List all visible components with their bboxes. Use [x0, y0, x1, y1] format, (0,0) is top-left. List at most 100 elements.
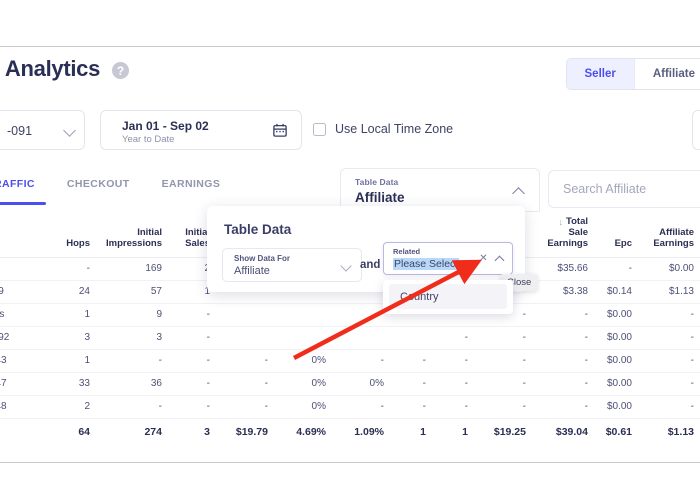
- cell-hops: 1: [48, 303, 96, 327]
- cell-conv1: 0%: [274, 395, 332, 419]
- col-hops[interactable]: Hops: [48, 214, 96, 258]
- role-toggle[interactable]: Seller Affiliate: [565, 58, 700, 90]
- cell-conv2: 0%: [332, 372, 390, 396]
- cell-affiliate: nu4092: [0, 326, 48, 350]
- conjunction-label: and: [360, 259, 381, 271]
- search-affiliate-input[interactable]: Search Affiliate: [548, 170, 700, 208]
- cell-initial_sales: -: [168, 349, 216, 373]
- cell-sale_amount: -: [474, 395, 532, 419]
- related-value: Please Select: [393, 258, 460, 270]
- cell-total_sale_earnings: $3.38: [532, 280, 594, 304]
- calendar-icon: [273, 123, 287, 137]
- chevron-up-icon: [512, 187, 525, 200]
- totals-earnings: $19.79: [235, 425, 268, 438]
- cell-epc: $0.00: [594, 349, 638, 373]
- totals-affiliate: als: [0, 418, 48, 443]
- cell-refunds: -: [432, 372, 474, 396]
- col-epc[interactable]: Epc: [594, 214, 638, 258]
- cell-total_sale_earnings: -: [532, 326, 594, 350]
- cell-hops: 3: [48, 326, 96, 350]
- search-placeholder: Search Affiliate: [563, 182, 647, 196]
- cell-earnings: -: [216, 372, 274, 396]
- help-icon[interactable]: ?: [112, 62, 129, 79]
- cell-conv1: [274, 326, 332, 350]
- tab-checkout[interactable]: CHECKOUT: [51, 178, 146, 200]
- page-title: s Analytics: [0, 56, 101, 81]
- table-totals-row: als 64 274 3 $19.79 4.69% 1.09% 1 1 $19.25 $39.04 $…: [0, 418, 700, 443]
- date-range-preset: Year to Date: [122, 134, 175, 145]
- chevron-up-icon[interactable]: [494, 255, 505, 266]
- cell-conv1: 0%: [274, 372, 332, 396]
- cell-affiliate: ta6743: [0, 349, 48, 373]
- col-initial-impressions[interactable]: Initial Impressions: [96, 214, 168, 258]
- cell-refunds: -: [432, 395, 474, 419]
- cell-affiliate: ta6747: [0, 372, 48, 396]
- cell-hops: 2: [48, 395, 96, 419]
- totals-initial_impressions: 274: [144, 425, 162, 438]
- related-label: Related: [393, 247, 421, 256]
- date-range-picker[interactable]: Jan 01 - Sep 02 Year to Date: [100, 110, 302, 150]
- show-data-for-value: Affiliate: [234, 265, 270, 277]
- dropdown-option-country[interactable]: Country: [389, 284, 507, 309]
- cell-affiliate: ta6748: [0, 395, 48, 419]
- cell-sale_amount: -: [474, 326, 532, 350]
- cell-conv1: 0%: [274, 349, 332, 373]
- table-row[interactable]: ta67473336--0%0%----$0.00-: [0, 372, 700, 396]
- tab-earnings[interactable]: EARNINGS: [146, 178, 237, 200]
- cell-affiliate_earnings: -: [638, 349, 700, 373]
- cell-earnings: -: [216, 349, 274, 373]
- cell-refunds: -: [432, 326, 474, 350]
- cell-conv1: [274, 303, 332, 327]
- bottom-divider: [0, 462, 700, 463]
- cell-conv2: [332, 326, 390, 350]
- cell-conv2: [332, 303, 390, 327]
- extra-filter-field[interactable]: [692, 110, 700, 150]
- cell-initial_impressions: 57: [96, 280, 168, 304]
- cell-initial_impressions: 9: [96, 303, 168, 327]
- cell-rebills: -: [390, 349, 432, 373]
- show-data-for-select[interactable]: Show Data For Affiliate: [222, 248, 362, 282]
- cell-affiliate_earnings: $1.13: [638, 280, 700, 304]
- active-tab-indicator: [0, 202, 46, 205]
- cell-hops: 33: [48, 372, 96, 396]
- col-affiliate[interactable]: liate: [0, 214, 48, 258]
- cell-sale_amount: -: [474, 349, 532, 373]
- top-divider: [0, 46, 700, 47]
- cell-affiliate: ue: [0, 257, 48, 281]
- tab-traffic[interactable]: RAFFIC: [0, 178, 51, 200]
- cell-total_sale_earnings: $35.66: [532, 257, 594, 281]
- cell-rebills: -: [390, 395, 432, 419]
- cell-initial_sales: -: [168, 372, 216, 396]
- segment-seller[interactable]: Seller: [566, 59, 634, 89]
- modal-title: Table Data: [224, 222, 292, 237]
- cell-affiliate: llplans: [0, 303, 48, 327]
- cell-epc: $0.00: [594, 395, 638, 419]
- table-row[interactable]: ta67482---0%-----$0.00-: [0, 395, 700, 419]
- totals-conv1: 4.69%: [296, 425, 326, 438]
- close-x-icon[interactable]: ✕: [479, 254, 488, 264]
- table-row[interactable]: ta67431---0%-----$0.00-: [0, 349, 700, 373]
- timezone-checkbox-row[interactable]: Use Local Time Zone: [313, 122, 453, 136]
- col-affiliate-earnings[interactable]: Affiliate Earnings: [638, 214, 700, 258]
- cell-affiliate_earnings: -: [638, 395, 700, 419]
- related-select[interactable]: Related Please Select ✕: [383, 242, 513, 275]
- arrow-down-icon: ↓: [558, 216, 564, 227]
- account-select-value: -091: [7, 124, 33, 138]
- totals-total_sale_earnings: $39.04: [555, 425, 588, 438]
- timezone-checkbox[interactable]: [313, 122, 326, 136]
- segment-affiliate[interactable]: Affiliate: [633, 59, 700, 89]
- cell-total_sale_earnings: -: [532, 349, 594, 373]
- table-row[interactable]: llplans19---$0.00-: [0, 303, 700, 327]
- cell-hops: 1: [48, 349, 96, 373]
- totals-hops: 64: [78, 425, 90, 438]
- totals-refunds: 1: [462, 425, 468, 438]
- related-dropdown[interactable]: Country: [383, 280, 513, 314]
- cell-initial_impressions: -: [96, 349, 168, 373]
- timezone-checkbox-label: Use Local Time Zone: [335, 122, 454, 136]
- account-select[interactable]: -091: [0, 110, 85, 150]
- totals-initial_sales: 3: [204, 425, 210, 438]
- table-row[interactable]: nu409233----$0.00-: [0, 326, 700, 350]
- cell-sale_amount: -: [474, 372, 532, 396]
- cell-initial_impressions: -: [96, 395, 168, 419]
- col-total-sale-earnings[interactable]: ↓ Total Sale Earnings: [532, 214, 594, 258]
